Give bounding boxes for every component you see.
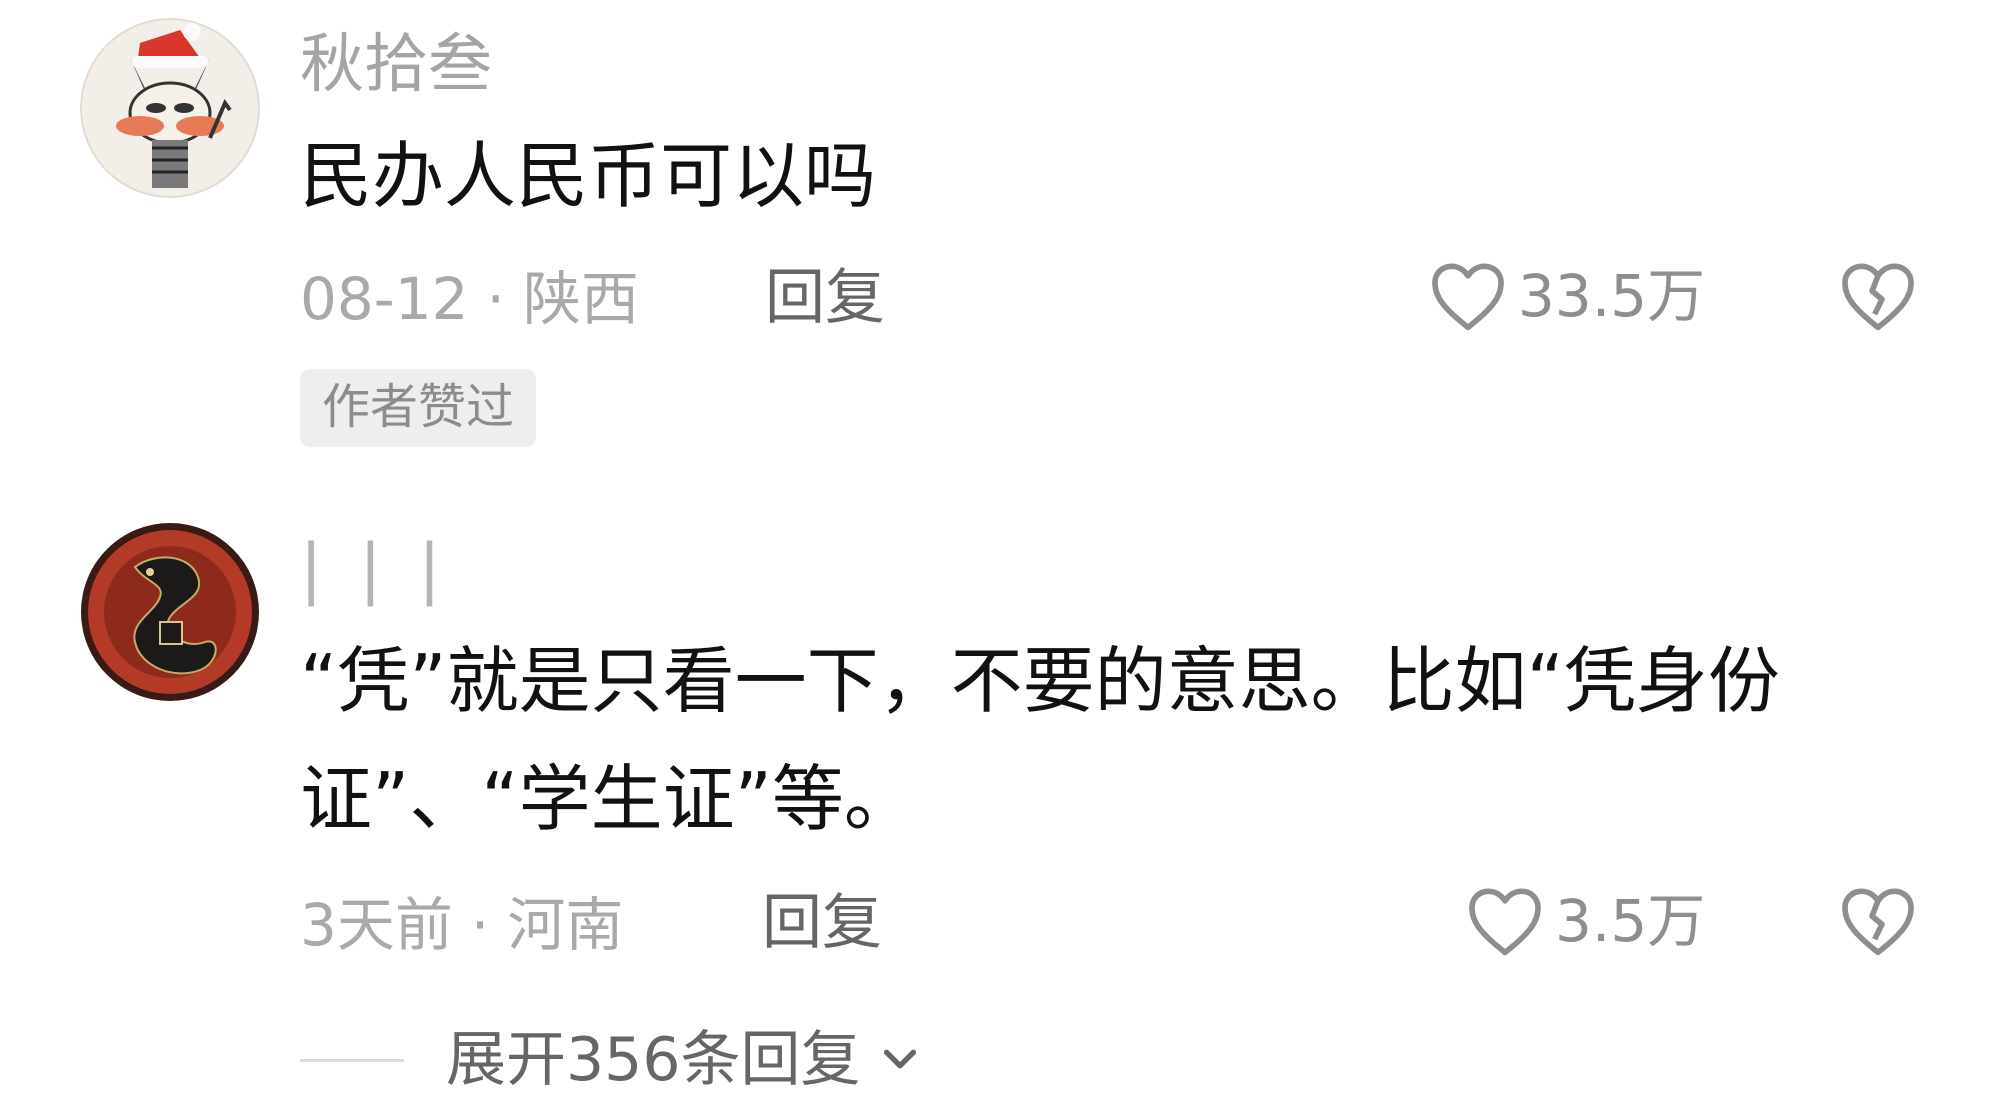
like-button[interactable]: 33.5万 — [1428, 258, 1705, 334]
dislike-button[interactable] — [1838, 258, 1918, 338]
comment-text: 民办人民币可以吗 — [300, 134, 877, 218]
reply-button[interactable]: 回复 — [762, 893, 882, 953]
broken-heart-icon — [1842, 263, 1914, 331]
reply-button[interactable]: 回复 — [765, 268, 885, 328]
username[interactable]: 秋拾叁 — [300, 33, 492, 97]
comment-date: 3天前 — [300, 891, 453, 959]
comment-location: 河南 — [507, 891, 624, 959]
expand-replies-label: 展开356条回复 — [446, 1025, 861, 1095]
like-count: 3.5万 — [1555, 887, 1706, 955]
username[interactable]: | | | — [300, 536, 449, 602]
chevron-down-icon — [883, 1049, 916, 1069]
like-count: 33.5万 — [1518, 262, 1706, 330]
avatar[interactable] — [80, 18, 260, 198]
divider — [300, 1058, 404, 1062]
comment-location: 陕西 — [522, 265, 639, 333]
expand-replies-button[interactable]: 展开356条回复 — [300, 1030, 923, 1090]
like-button[interactable]: 3.5万 — [1465, 883, 1705, 959]
broken-heart-icon — [1842, 888, 1914, 956]
author-liked-badge: 作者赞过 — [300, 369, 537, 447]
comment-meta: 3天前 · 河南 — [300, 896, 623, 954]
comment-date: 08-12 — [300, 265, 469, 333]
meta-separator: · — [470, 891, 490, 959]
dislike-button[interactable] — [1838, 883, 1918, 963]
meta-separator: · — [486, 265, 505, 333]
comment-text: “凭”就是只看一下，不要的意思。比如“凭身份证”、“学生证”等。 — [300, 639, 1780, 841]
heart-outline-icon — [1469, 888, 1541, 956]
heart-outline-icon — [1432, 263, 1504, 331]
avatar[interactable] — [80, 522, 260, 702]
comment-meta: 08-12 · 陕西 — [300, 270, 639, 328]
